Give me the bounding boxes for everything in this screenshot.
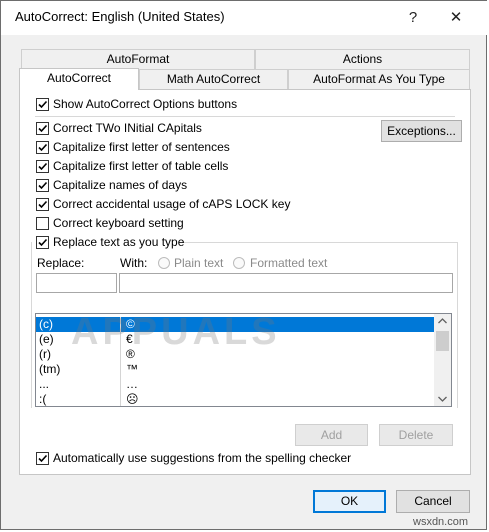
- with-input[interactable]: [119, 273, 453, 293]
- window-title: AutoCorrect: English (United States): [15, 9, 225, 24]
- formatted-text-radio[interactable]: [233, 257, 245, 269]
- list-item-from: (tm): [39, 362, 61, 376]
- group-border-left: [31, 242, 32, 408]
- names-days-label: Capitalize names of days: [53, 178, 188, 192]
- spelling-suggestions-checkbox[interactable]: [36, 452, 49, 465]
- replace-input[interactable]: [36, 273, 117, 293]
- keyboard-checkbox[interactable]: [36, 217, 49, 230]
- replace-label: Replace:: [37, 256, 85, 270]
- caps-lock-checkbox[interactable]: [36, 198, 49, 211]
- close-button[interactable]: ✕: [438, 5, 474, 31]
- tab-autoformat-as-you-type[interactable]: AutoFormat As You Type: [288, 69, 470, 89]
- first-table-checkbox[interactable]: [36, 160, 49, 173]
- first-sentence-label: Capitalize first letter of sentences: [53, 140, 230, 154]
- formatted-text-label: Formatted text: [250, 256, 328, 270]
- help-button[interactable]: ?: [395, 5, 431, 31]
- tab-autoformat[interactable]: AutoFormat: [21, 49, 255, 69]
- keyboard-label: Correct keyboard setting: [53, 216, 184, 230]
- list-item[interactable]: :( ☹: [36, 392, 436, 406]
- ok-button[interactable]: OK: [313, 490, 386, 513]
- autocorrect-dialog: AutoCorrect: English (United States) ? ✕…: [0, 0, 488, 530]
- plain-text-label: Plain text: [174, 256, 224, 270]
- list-item-from: (c): [39, 317, 53, 331]
- two-initial-label: Correct TWo INitial CApitals: [53, 121, 202, 135]
- first-sentence-checkbox[interactable]: [36, 141, 49, 154]
- watermark: APPUALS: [71, 311, 281, 353]
- list-item-from: (r): [39, 347, 51, 361]
- with-label: With:: [120, 256, 148, 270]
- footer-watermark: wsxdn.com: [413, 516, 469, 528]
- list-scrollbar[interactable]: [434, 314, 451, 406]
- group-border-right: [457, 242, 458, 408]
- add-button[interactable]: Add: [295, 424, 368, 446]
- first-table-label: Capitalize first letter of table cells: [53, 159, 229, 173]
- tab-math-autocorrect[interactable]: Math AutoCorrect: [139, 69, 288, 89]
- list-item-from: :(: [39, 392, 47, 406]
- replace-text-checkbox[interactable]: [36, 236, 49, 249]
- show-options-label: Show AutoCorrect Options buttons: [53, 97, 238, 111]
- delete-button[interactable]: Delete: [379, 424, 453, 446]
- title-bar: AutoCorrect: English (United States) ? ✕: [1, 1, 488, 35]
- list-item[interactable]: ... …: [36, 377, 436, 392]
- separator: [35, 116, 455, 117]
- exceptions-button[interactable]: Exceptions...: [381, 120, 462, 142]
- list-item-from: (e): [39, 332, 54, 346]
- column-divider: [120, 362, 121, 377]
- names-days-checkbox[interactable]: [36, 179, 49, 192]
- separator: [179, 242, 457, 243]
- list-item-to: ™: [126, 362, 138, 376]
- spelling-suggestions-label: Automatically use suggestions from the s…: [53, 451, 352, 465]
- list-item-from: ...: [39, 377, 50, 391]
- column-divider: [120, 377, 121, 392]
- replace-text-label: Replace text as you type: [53, 235, 185, 249]
- list-item-to: …: [126, 377, 138, 391]
- tab-actions[interactable]: Actions: [255, 49, 470, 69]
- plain-text-radio[interactable]: [158, 257, 170, 269]
- two-initial-checkbox[interactable]: [36, 122, 49, 135]
- cancel-button[interactable]: Cancel: [396, 490, 470, 513]
- show-options-checkbox[interactable]: [36, 98, 49, 111]
- list-item[interactable]: (tm) ™: [36, 362, 436, 377]
- list-item-to: ☹: [126, 392, 139, 406]
- column-divider: [120, 392, 121, 406]
- caps-lock-label: Correct accidental usage of cAPS LOCK ke…: [53, 197, 291, 211]
- tab-autocorrect[interactable]: AutoCorrect: [19, 68, 139, 90]
